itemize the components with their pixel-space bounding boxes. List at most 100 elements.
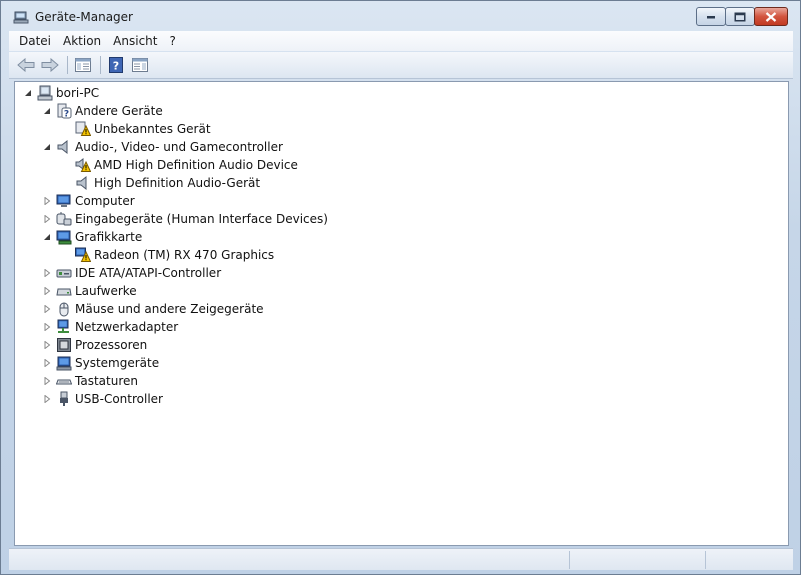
tree-item-ide-ata-atapi[interactable]: IDE ATA/ATAPI-Controller — [42, 264, 221, 282]
expand-triangle-icon[interactable] — [42, 394, 52, 404]
toolbar-separator — [100, 56, 101, 74]
tree-item-unbekanntes-geraet[interactable]: Unbekanntes Gerät — [75, 120, 211, 138]
tree-item-label: Laufwerke — [75, 284, 137, 298]
tree-item-tastaturen[interactable]: Tastaturen — [42, 372, 138, 390]
tree-item-netzwerkadapter[interactable]: Netzwerkadapter — [42, 318, 178, 336]
tree-item-label: High Definition Audio-Gerät — [94, 176, 261, 190]
display-warning-icon — [75, 247, 92, 263]
tree-item-andere-geraete[interactable]: ? Andere Geräte — [42, 102, 163, 120]
tree-item-label: Computer — [75, 194, 135, 208]
expand-triangle-icon[interactable] — [42, 286, 52, 296]
computer-pc-icon — [37, 85, 53, 101]
minimize-icon — [707, 15, 715, 18]
device-tree[interactable]: bori-PC ? Andere Geräte Unbekanntes Gerä… — [14, 81, 789, 546]
speaker-icon — [56, 139, 72, 155]
forward-arrow-icon — [41, 58, 59, 72]
tree-item-eingabegeraete[interactable]: Eingabegeräte (Human Interface Devices) — [42, 210, 328, 228]
expand-triangle-icon[interactable] — [42, 358, 52, 368]
tree-item-label: Mäuse und andere Zeigegeräte — [75, 302, 264, 316]
tree-root-label: bori-PC — [56, 86, 100, 100]
expand-triangle-icon[interactable] — [42, 268, 52, 278]
status-bar — [9, 548, 793, 570]
tree-root[interactable]: bori-PC — [23, 84, 99, 102]
tree-item-label: IDE ATA/ATAPI-Controller — [75, 266, 222, 280]
tree-item-maeuse[interactable]: Mäuse und andere Zeigegeräte — [42, 300, 264, 318]
computer-icon — [56, 193, 72, 209]
processor-icon — [56, 337, 72, 353]
toolbar-separator — [67, 56, 68, 74]
tree-item-label: Grafikkarte — [75, 230, 143, 244]
console-tree-icon — [75, 58, 91, 72]
action-pane-button[interactable] — [129, 55, 151, 75]
help-book-icon: ? — [109, 57, 123, 73]
tree-item-laufwerke[interactable]: Laufwerke — [42, 282, 137, 300]
tree-item-amd-hd-audio[interactable]: AMD High Definition Audio Device — [75, 156, 298, 174]
collapse-triangle-icon[interactable] — [42, 106, 52, 116]
expand-triangle-icon[interactable] — [42, 304, 52, 314]
menu-help[interactable]: ? — [163, 34, 181, 48]
tree-item-label: Radeon (TM) RX 470 Graphics — [94, 248, 275, 262]
status-divider — [705, 551, 706, 569]
help-button[interactable]: ? — [105, 55, 127, 75]
back-button[interactable] — [15, 55, 37, 75]
menu-aktion[interactable]: Aktion — [57, 34, 107, 48]
tree-item-label: Prozessoren — [75, 338, 148, 352]
tree-item-radeon-rx470[interactable]: Radeon (TM) RX 470 Graphics — [75, 246, 274, 264]
expand-triangle-icon[interactable] — [42, 214, 52, 224]
tree-item-label: Tastaturen — [75, 374, 138, 388]
svg-text:?: ? — [64, 110, 69, 120]
expand-triangle-icon[interactable] — [42, 376, 52, 386]
menu-bar: Datei Aktion Ansicht ? — [9, 31, 793, 51]
tree-item-hd-audio-geraet[interactable]: High Definition Audio-Gerät — [75, 174, 260, 192]
warning-device-icon — [75, 121, 92, 137]
tree-item-label: Audio-, Video- und Gamecontroller — [75, 140, 283, 154]
tree-item-prozessoren[interactable]: Prozessoren — [42, 336, 147, 354]
device-manager-window: Geräte-Manager Datei Aktion Ansicht ? ? … — [0, 0, 801, 575]
tree-item-label: AMD High Definition Audio Device — [94, 158, 298, 172]
keyboard-icon — [55, 373, 73, 389]
show-hide-console-tree-button[interactable] — [72, 55, 94, 75]
menu-ansicht[interactable]: Ansicht — [107, 34, 163, 48]
tree-item-usb-controller[interactable]: USB-Controller — [42, 390, 163, 408]
device-manager-icon — [13, 9, 29, 25]
expand-triangle-icon[interactable] — [42, 322, 52, 332]
forward-button[interactable] — [39, 55, 61, 75]
svg-text:?: ? — [113, 60, 119, 73]
collapse-triangle-icon[interactable] — [23, 88, 33, 98]
display-adapter-icon — [56, 229, 72, 245]
mouse-icon — [56, 301, 72, 317]
close-button[interactable] — [754, 7, 788, 26]
window-title: Geräte-Manager — [35, 10, 133, 24]
toolbar: ? — [9, 52, 793, 79]
tree-item-audio-video-gamecontroller[interactable]: Audio-, Video- und Gamecontroller — [42, 138, 283, 156]
maximize-icon — [734, 12, 746, 21]
speaker-icon — [75, 175, 91, 191]
tree-item-label: Systemgeräte — [75, 356, 160, 370]
tree-item-label: Unbekanntes Gerät — [94, 122, 211, 136]
tree-item-label: USB-Controller — [75, 392, 163, 406]
drive-icon — [56, 283, 72, 299]
tree-item-computer[interactable]: Computer — [42, 192, 135, 210]
tree-item-grafikkarte[interactable]: Grafikkarte — [42, 228, 142, 246]
speaker-warning-icon — [75, 157, 92, 173]
expand-triangle-icon[interactable] — [42, 340, 52, 350]
back-arrow-icon — [17, 58, 35, 72]
tree-item-systemgeraete[interactable]: Systemgeräte — [42, 354, 159, 372]
title-bar[interactable]: Geräte-Manager — [1, 1, 800, 31]
hid-icon — [56, 211, 72, 227]
ide-controller-icon — [56, 265, 72, 281]
action-pane-icon — [132, 58, 148, 72]
maximize-button[interactable] — [725, 7, 755, 26]
system-device-icon — [56, 355, 72, 371]
collapse-triangle-icon[interactable] — [42, 232, 52, 242]
tree-item-label: Andere Geräte — [75, 104, 163, 118]
collapse-triangle-icon[interactable] — [42, 142, 52, 152]
network-icon — [56, 319, 72, 335]
status-divider — [569, 551, 570, 569]
expand-triangle-icon[interactable] — [42, 196, 52, 206]
unknown-device-icon: ? — [56, 103, 72, 120]
menu-datei[interactable]: Datei — [13, 34, 57, 48]
minimize-button[interactable] — [696, 7, 726, 26]
usb-icon — [56, 391, 72, 407]
tree-item-label: Eingabegeräte (Human Interface Devices) — [75, 212, 328, 226]
